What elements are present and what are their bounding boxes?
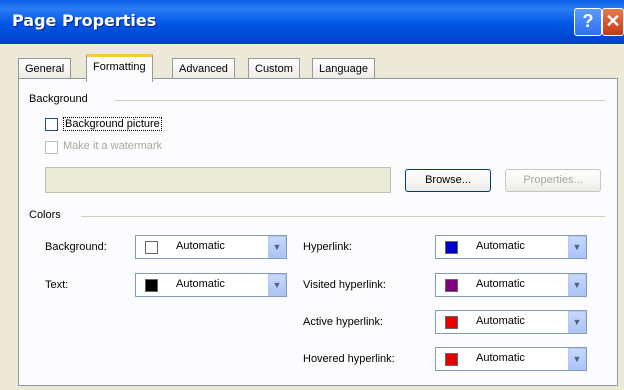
- background-path-field[interactable]: [45, 167, 391, 193]
- colors-heading: Colors: [29, 209, 61, 221]
- tab-custom[interactable]: Custom: [248, 58, 300, 79]
- text-color-label: Text:: [45, 279, 69, 291]
- help-button[interactable]: ?: [574, 8, 602, 36]
- tab-general[interactable]: General: [18, 58, 72, 79]
- active-hyperlink-color-value: Automatic: [476, 315, 525, 327]
- background-color-label: Background:: [45, 241, 107, 253]
- watermark-label: Make it a watermark: [63, 140, 163, 152]
- hovered-hyperlink-color-swatch: [445, 353, 458, 366]
- background-color-value: Automatic: [176, 240, 225, 252]
- chevron-down-icon[interactable]: ▼: [568, 311, 586, 333]
- window-title: Page Properties: [12, 11, 157, 30]
- background-picture-label[interactable]: Background picture: [63, 117, 162, 131]
- tab-advanced[interactable]: Advanced: [172, 58, 235, 79]
- background-picture-checkbox[interactable]: [45, 118, 58, 131]
- properties-button[interactable]: Properties...: [505, 169, 601, 192]
- active-hyperlink-label: Active hyperlink:: [303, 316, 384, 328]
- hyperlink-color-swatch: [445, 241, 458, 254]
- formatting-panel: Background Background picture Make it a …: [18, 78, 618, 386]
- close-button[interactable]: ✕: [602, 8, 624, 36]
- watermark-checkbox[interactable]: [45, 141, 58, 154]
- chevron-down-icon[interactable]: ▼: [268, 236, 286, 258]
- hyperlink-color-value: Automatic: [476, 240, 525, 252]
- visited-hyperlink-color-select[interactable]: Automatic ▼: [435, 273, 587, 297]
- hovered-hyperlink-label: Hovered hyperlink:: [303, 353, 395, 365]
- chevron-down-icon[interactable]: ▼: [568, 348, 586, 370]
- tab-formatting[interactable]: Formatting: [86, 54, 153, 82]
- hyperlink-color-select[interactable]: Automatic ▼: [435, 235, 587, 259]
- background-color-select[interactable]: Automatic ▼: [135, 235, 287, 259]
- chevron-down-icon[interactable]: ▼: [268, 274, 286, 296]
- background-divider: [115, 100, 605, 101]
- visited-hyperlink-color-swatch: [445, 279, 458, 292]
- chevron-down-icon[interactable]: ▼: [568, 274, 586, 296]
- background-heading: Background: [29, 93, 88, 105]
- hovered-hyperlink-color-value: Automatic: [476, 352, 525, 364]
- chevron-down-icon[interactable]: ▼: [568, 236, 586, 258]
- hyperlink-label: Hyperlink:: [303, 241, 352, 253]
- colors-divider: [81, 216, 605, 217]
- active-hyperlink-color-select[interactable]: Automatic ▼: [435, 310, 587, 334]
- text-color-swatch: [145, 279, 158, 292]
- background-color-swatch: [145, 241, 158, 254]
- hovered-hyperlink-color-select[interactable]: Automatic ▼: [435, 347, 587, 371]
- text-color-value: Automatic: [176, 278, 225, 290]
- text-color-select[interactable]: Automatic ▼: [135, 273, 287, 297]
- browse-button[interactable]: Browse...: [405, 169, 491, 192]
- active-hyperlink-color-swatch: [445, 316, 458, 329]
- visited-hyperlink-label: Visited hyperlink:: [303, 279, 386, 291]
- tab-language[interactable]: Language: [312, 58, 375, 79]
- visited-hyperlink-color-value: Automatic: [476, 278, 525, 290]
- title-bar: Page Properties ? ✕: [0, 0, 624, 44]
